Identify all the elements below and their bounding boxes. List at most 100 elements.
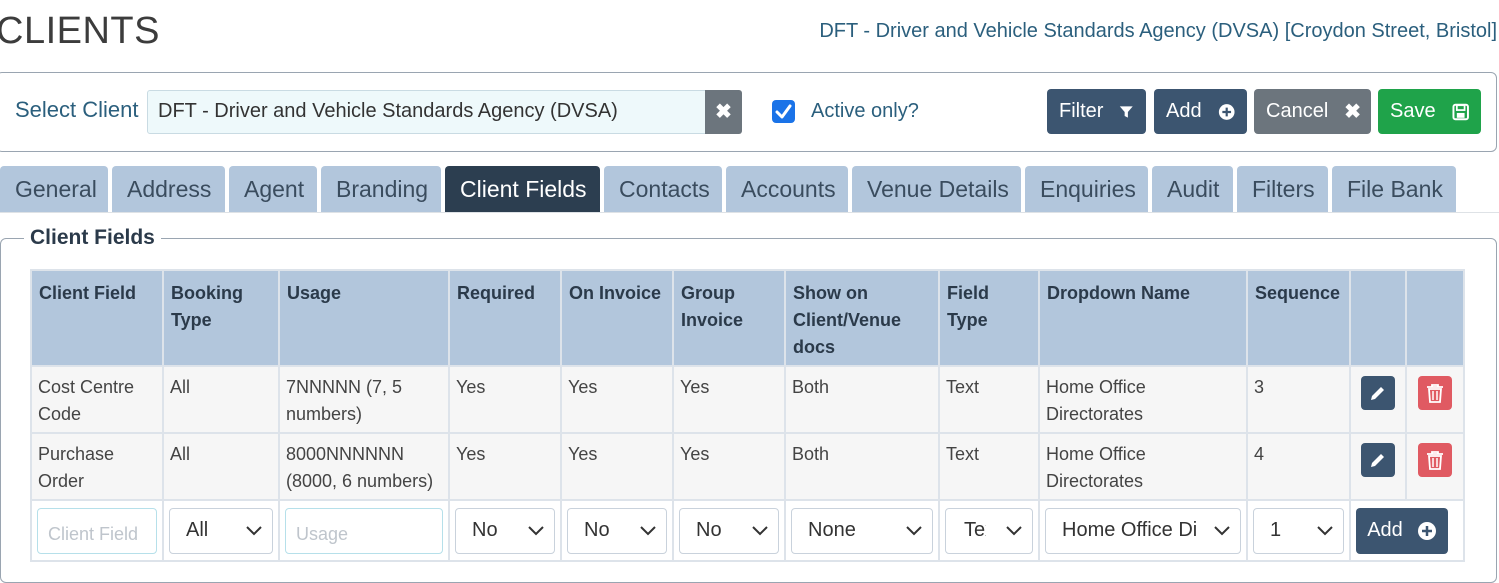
edit-row-button[interactable] (1361, 443, 1395, 477)
col-header-group-invoice: Group Invoice (672, 269, 786, 367)
new-group-invoice-cell: No (672, 499, 786, 562)
floppy-disk-icon (1452, 103, 1469, 120)
cell-field-type: Text (938, 432, 1040, 501)
tab-general[interactable]: General (0, 166, 108, 213)
new-field-type-cell: Text (938, 499, 1040, 562)
new-dropdown-name-cell: Home Office Directorates (1038, 499, 1248, 562)
plus-circle-icon (1218, 103, 1235, 120)
table-row: Cost Centre Code All 7NNNNN (7, 5 number… (30, 365, 1465, 434)
tab-venue-details[interactable]: Venue Details (852, 166, 1021, 213)
cell-show-on-docs: Both (784, 432, 940, 501)
cell-sequence: 3 (1246, 365, 1351, 434)
add-client-button[interactable]: Add (1154, 89, 1247, 134)
cell-show-on-docs: Both (784, 365, 940, 434)
new-required-cell: No (448, 499, 562, 562)
cell-edit (1349, 365, 1407, 434)
col-header-usage: Usage (278, 269, 450, 367)
tab-branding[interactable]: Branding (321, 166, 441, 213)
delete-row-button[interactable] (1418, 443, 1452, 477)
cell-booking-type: All (162, 432, 280, 501)
tab-accounts[interactable]: Accounts (726, 166, 848, 213)
dropdown-name-select[interactable]: Home Office Directorates (1045, 507, 1241, 554)
cell-booking-type: All (162, 365, 280, 434)
plus-circle-icon (1417, 521, 1436, 540)
tab-client-fields[interactable]: Client Fields (445, 166, 600, 213)
new-on-invoice-cell: No (560, 499, 674, 562)
cell-dropdown-name: Home Office Directorates (1038, 365, 1248, 434)
cell-client-field: Cost Centre Code (30, 365, 164, 434)
page-title: CLIENTS (0, 10, 160, 52)
cell-group-invoice: Yes (672, 365, 786, 434)
group-invoice-value: No (696, 519, 722, 541)
col-header-required: Required (448, 269, 562, 367)
tab-divider (0, 212, 1499, 213)
client-fields-legend: Client Fields (24, 226, 161, 250)
tab-enquiries[interactable]: Enquiries (1025, 166, 1148, 213)
cell-usage: 7NNNNN (7, 5 numbers) (278, 365, 450, 434)
cell-client-field: Purchase Order (30, 432, 164, 501)
edit-row-button[interactable] (1361, 376, 1395, 410)
chevron-down-icon (1214, 525, 1230, 535)
chevron-down-icon (640, 525, 656, 535)
close-icon: ✖ (715, 101, 732, 123)
close-icon: ✖ (1344, 101, 1362, 123)
tab-audit[interactable]: Audit (1152, 166, 1233, 213)
active-only-checkbox[interactable] (772, 100, 795, 123)
selected-client-heading: DFT - Driver and Vehicle Standards Agenc… (819, 20, 1497, 42)
clear-client-button[interactable]: ✖ (705, 90, 742, 134)
filter-button[interactable]: Filter (1047, 89, 1146, 134)
chevron-down-icon (906, 525, 922, 535)
add-field-label: Add (1367, 519, 1403, 541)
save-button[interactable]: Save (1378, 89, 1481, 134)
save-button-label: Save (1390, 100, 1436, 122)
field-type-select[interactable]: Text (945, 507, 1033, 554)
col-header-show-on-docs: Show on Client/Venue docs (784, 269, 940, 367)
client-selector-bar: Select Client DFT - Driver and Vehicle S… (0, 72, 1497, 152)
field-type-value: Text (964, 519, 986, 541)
required-value: No (472, 519, 498, 541)
col-header-dropdown-name: Dropdown Name (1038, 269, 1248, 367)
delete-row-button[interactable] (1418, 376, 1452, 410)
tab-file-bank[interactable]: File Bank (1332, 166, 1456, 213)
col-header-delete (1405, 269, 1465, 367)
client-select-input[interactable]: DFT - Driver and Vehicle Standards Agenc… (147, 90, 707, 134)
tab-agent[interactable]: Agent (229, 166, 317, 213)
filter-icon (1120, 105, 1134, 118)
cell-dropdown-name: Home Office Directorates (1038, 432, 1248, 501)
chevron-down-icon (528, 525, 544, 535)
trash-icon (1427, 451, 1443, 470)
cell-sequence: 4 (1246, 432, 1351, 501)
required-select[interactable]: No (455, 507, 555, 554)
tab-filters[interactable]: Filters (1237, 166, 1328, 213)
col-header-sequence: Sequence (1246, 269, 1351, 367)
new-booking-type-cell: All (162, 499, 280, 562)
cancel-button-label: Cancel (1266, 100, 1329, 122)
tab-address[interactable]: Address (112, 166, 225, 213)
tab-contacts[interactable]: Contacts (604, 166, 722, 213)
new-usage-input[interactable]: Usage (285, 507, 443, 554)
pencil-icon (1371, 454, 1384, 467)
col-header-edit (1349, 269, 1407, 367)
new-client-field-input[interactable]: Client Field (37, 507, 157, 554)
cell-on-invoice: Yes (560, 432, 674, 501)
group-invoice-select[interactable]: No (679, 507, 779, 554)
sequence-select[interactable]: 1 (1253, 507, 1344, 554)
active-only-label: Active only? (811, 100, 919, 122)
checkmark-icon (775, 104, 792, 119)
cell-required: Yes (448, 365, 562, 434)
col-header-field-type: Field Type (938, 269, 1040, 367)
cell-group-invoice: Yes (672, 432, 786, 501)
sequence-value: 1 (1270, 519, 1282, 541)
new-show-on-docs-cell: None (784, 499, 940, 562)
col-header-on-invoice: On Invoice (560, 269, 674, 367)
filter-button-label: Filter (1059, 100, 1104, 122)
show-on-docs-select[interactable]: None (791, 507, 933, 554)
table-row: Purchase Order All 8000NNNNNN (8000, 6 n… (30, 432, 1465, 501)
pencil-icon (1371, 387, 1384, 400)
add-field-button[interactable]: Add (1356, 507, 1448, 554)
cancel-button[interactable]: Cancel ✖ (1254, 89, 1371, 134)
on-invoice-select[interactable]: No (567, 507, 667, 554)
col-header-client-field: Client Field (30, 269, 164, 367)
booking-type-select[interactable]: All (169, 507, 273, 554)
new-sequence-cell: 1 (1246, 499, 1351, 562)
